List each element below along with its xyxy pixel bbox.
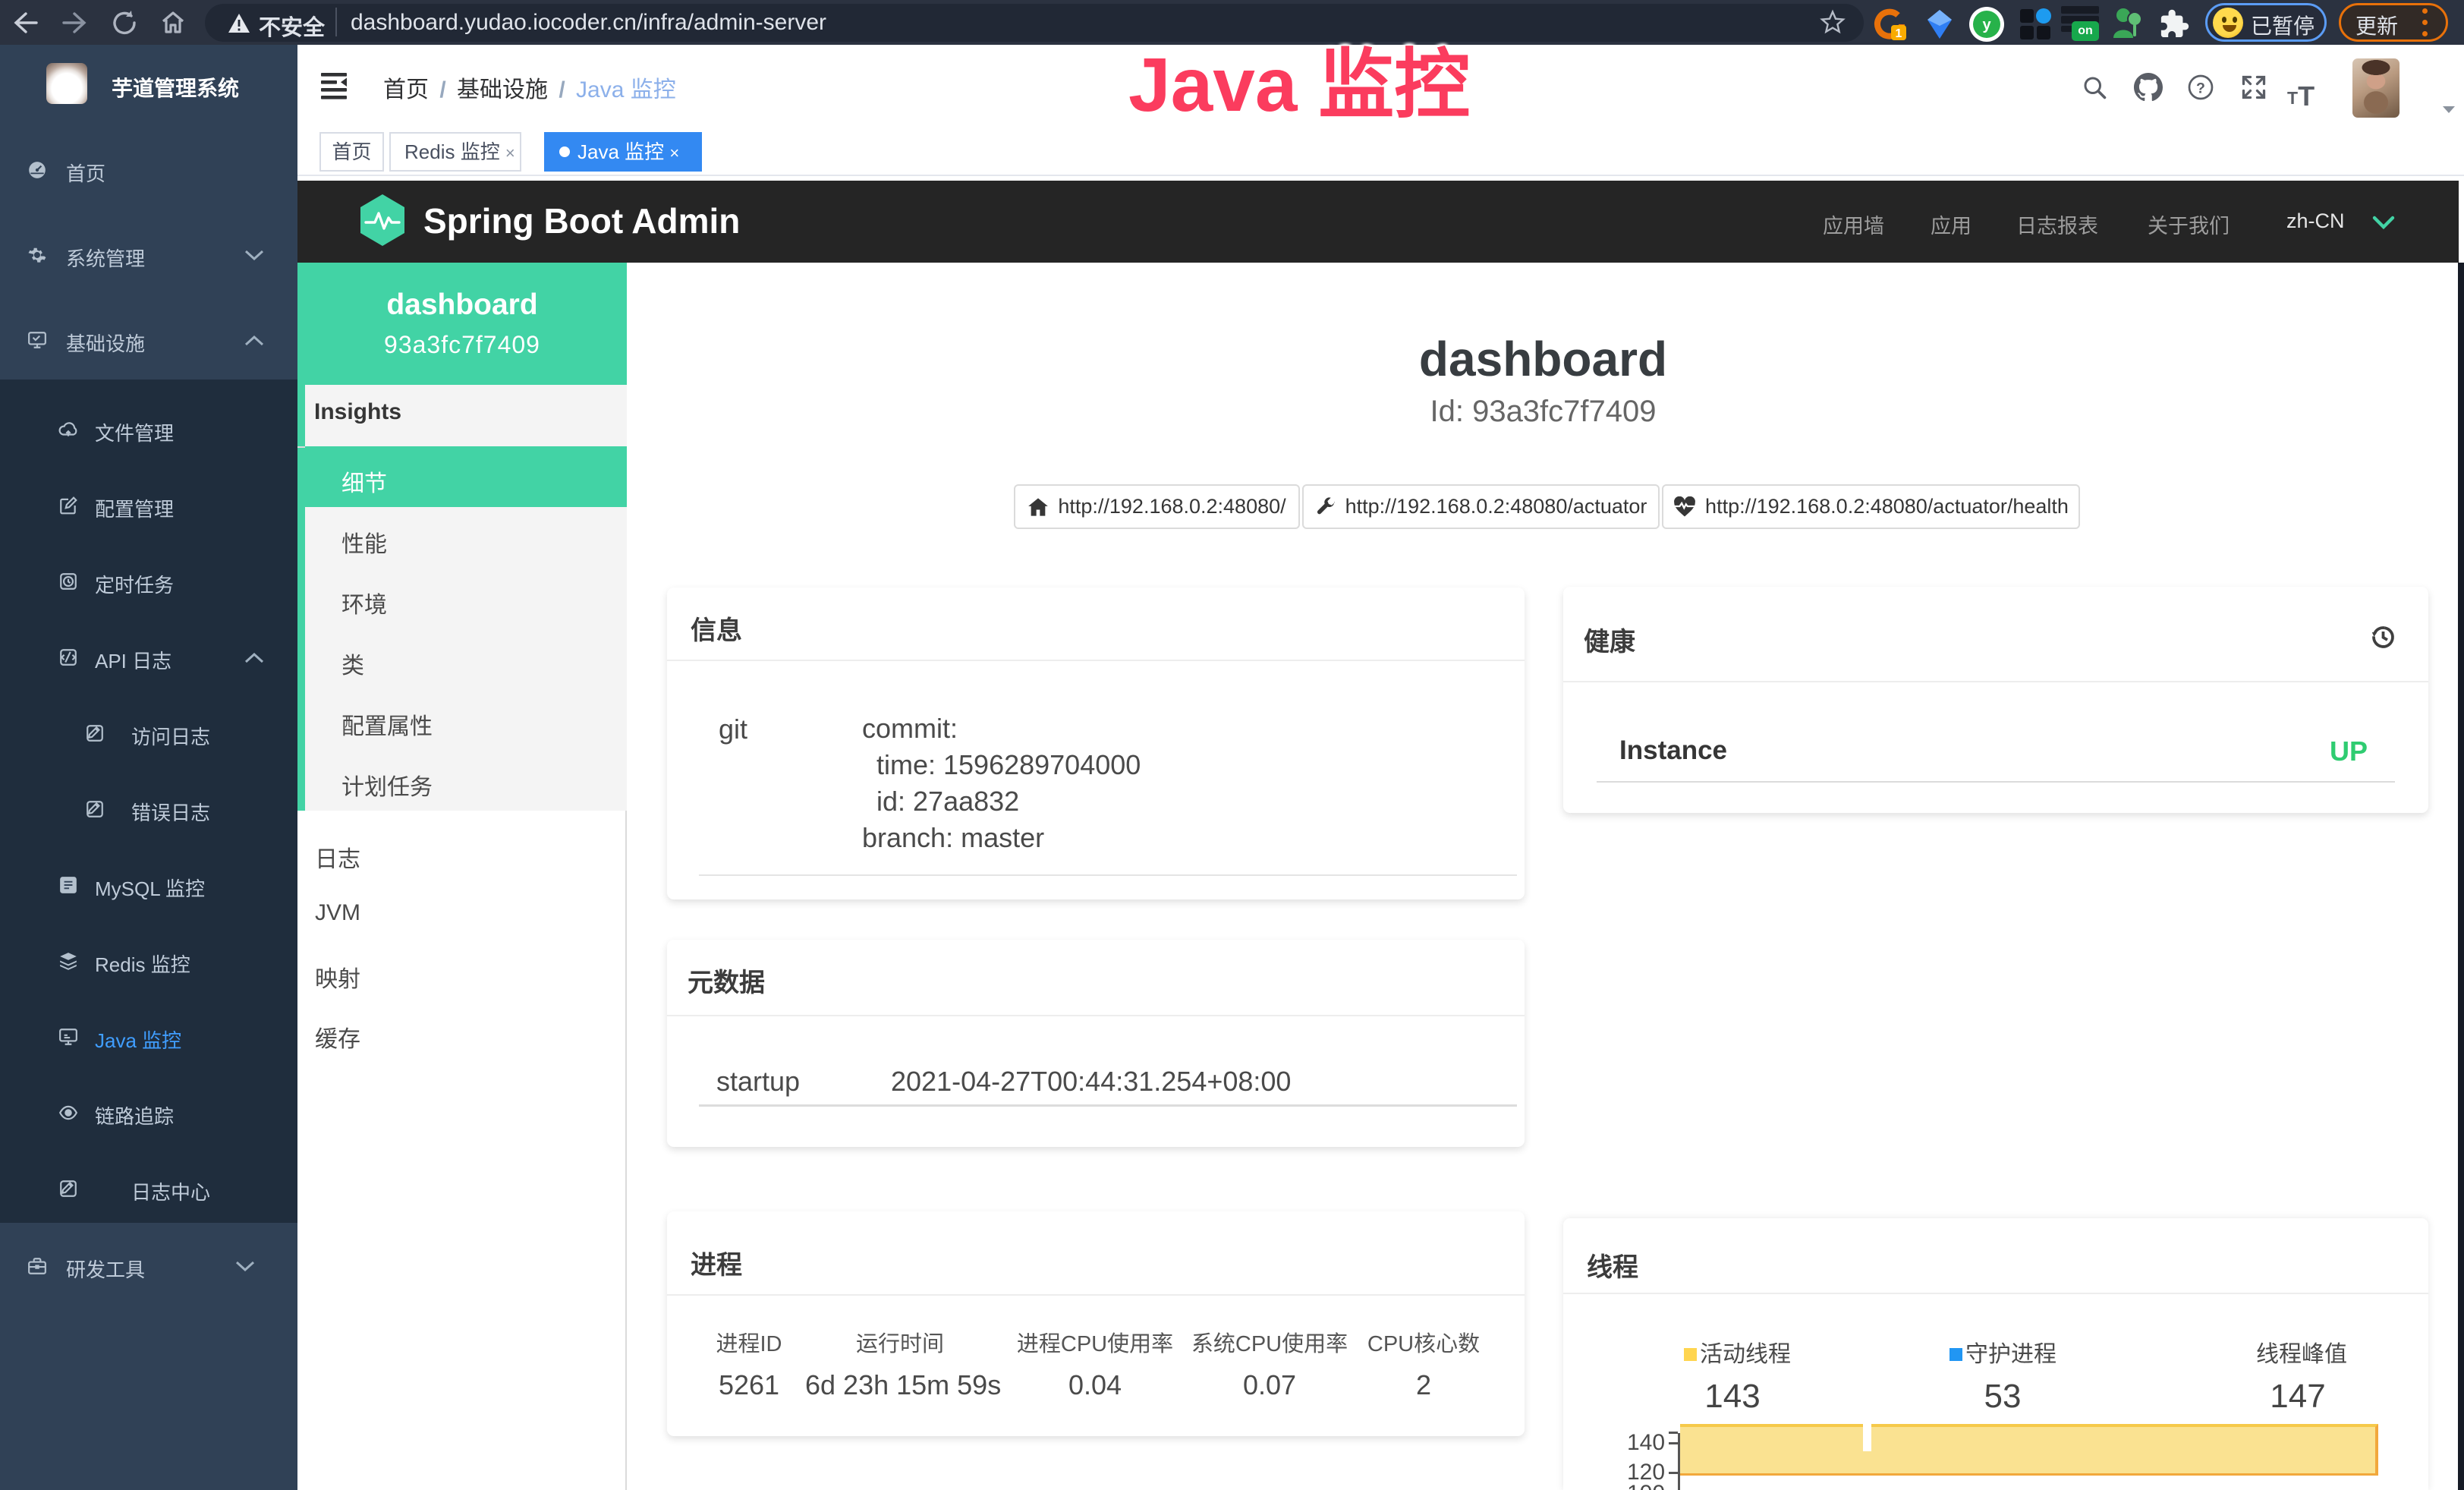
svg-text:y: y	[1982, 17, 1991, 33]
svg-text:?: ?	[2196, 80, 2205, 97]
svg-text:1: 1	[1896, 27, 1902, 40]
